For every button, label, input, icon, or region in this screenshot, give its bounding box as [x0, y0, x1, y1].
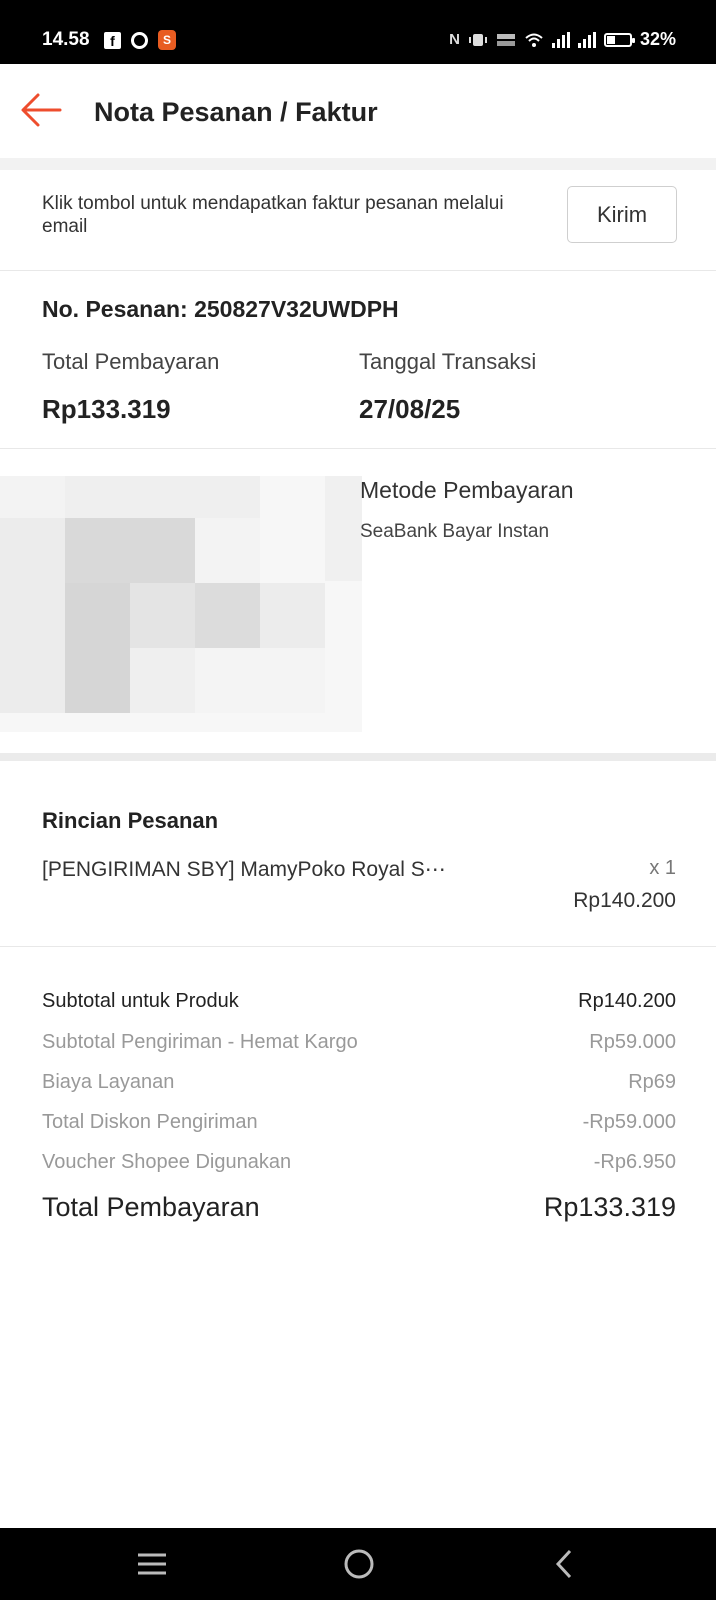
payment-method-value: SeaBank Bayar Instan	[360, 521, 550, 542]
summary-value: Rp59.000	[589, 1031, 676, 1053]
total-payment-value: Rp133.319	[42, 394, 171, 424]
email-invoice-banner: Klik tombol untuk mendapatkan faktur pes…	[0, 170, 716, 270]
summary-value: Rp140.200	[578, 990, 676, 1012]
volte-icon	[496, 33, 515, 46]
signal-icon	[551, 31, 570, 48]
email-invoice-text: Klik tombol untuk mendapatkan faktur pes…	[42, 193, 504, 237]
shopee-icon: S	[158, 30, 176, 50]
section-divider	[0, 158, 716, 170]
vibrate-icon	[468, 33, 487, 46]
menu-icon	[138, 1553, 166, 1575]
summary-row: Biaya Layanan Rp69	[42, 1071, 676, 1094]
transaction-date-value: 27/08/25	[359, 394, 461, 424]
summary-label: Voucher Shopee Digunakan	[42, 1151, 292, 1173]
total-payment-label: Total Pembayaran	[42, 349, 220, 374]
summary-total-value: Rp133.319	[543, 1192, 676, 1222]
battery-percent: 32%	[639, 29, 676, 49]
home-circle-icon	[344, 1549, 374, 1579]
status-bar: 14.58 f S N 32%	[0, 0, 716, 64]
recent-apps-button[interactable]	[130, 1544, 174, 1584]
circle-app-icon	[131, 31, 148, 49]
system-icons: N 32%	[449, 29, 676, 50]
summary-label: Biaya Layanan	[42, 1071, 175, 1093]
summary-row: Total Diskon Pengiriman -Rp59.000	[42, 1111, 676, 1134]
order-number: No. Pesanan: 250827V32UWDPH	[42, 296, 399, 322]
notification-icons: f S	[104, 30, 176, 50]
chevron-left-icon	[555, 1549, 572, 1579]
summary-value: -Rp59.000	[582, 1111, 676, 1133]
back-button[interactable]	[18, 90, 64, 130]
divider	[0, 448, 716, 449]
wifi-icon	[525, 33, 543, 47]
summary-total-row: Total Pembayaran Rp133.319	[42, 1192, 676, 1223]
back-nav-button[interactable]	[543, 1544, 587, 1584]
summary-value: -Rp6.950	[593, 1151, 676, 1173]
redacted-image	[0, 476, 362, 732]
system-nav-bar	[0, 1528, 716, 1600]
battery-icon	[603, 32, 635, 47]
summary-label: Total Diskon Pengiriman	[42, 1111, 258, 1133]
summary-value: Rp69	[628, 1071, 676, 1093]
divider	[0, 270, 716, 271]
summary-row: Subtotal untuk Produk Rp140.200	[42, 990, 676, 1013]
send-invoice-button[interactable]: Kirim	[567, 186, 677, 243]
home-button[interactable]	[337, 1544, 381, 1584]
app-header: Nota Pesanan / Faktur	[0, 64, 716, 158]
summary-label: Subtotal untuk Produk	[42, 990, 239, 1012]
facebook-icon: f	[104, 31, 121, 49]
summary-label: Subtotal Pengiriman - Hemat Kargo	[42, 1031, 358, 1053]
divider	[0, 946, 716, 947]
order-item-price: Rp140.200	[573, 889, 676, 912]
payment-method-label: Metode Pembayaran	[360, 477, 574, 503]
back-arrow-icon	[21, 93, 62, 127]
order-details-title: Rincian Pesanan	[42, 808, 219, 833]
summary-total-label: Total Pembayaran	[42, 1192, 260, 1222]
section-divider	[0, 753, 716, 761]
order-item-qty: x 1	[649, 857, 676, 879]
status-time: 14.58	[42, 29, 90, 50]
transaction-date-label: Tanggal Transaksi	[359, 349, 537, 374]
signal-icon	[577, 31, 596, 48]
nfc-icon: N	[449, 31, 460, 48]
summary-row: Voucher Shopee Digunakan -Rp6.950	[42, 1151, 676, 1174]
order-item-name: [PENGIRIMAN SBY] MamyPoko Royal S⋯	[42, 858, 446, 881]
page-title: Nota Pesanan / Faktur	[94, 97, 378, 127]
summary-row: Subtotal Pengiriman - Hemat Kargo Rp59.0…	[42, 1031, 676, 1054]
